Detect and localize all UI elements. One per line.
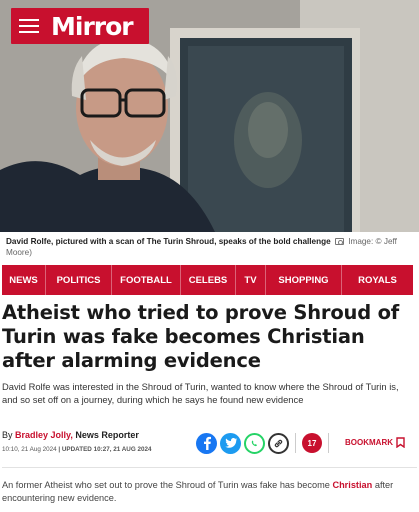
- nav-item-tv[interactable]: TV: [236, 265, 266, 295]
- bookmark-button[interactable]: BOOKMARK: [345, 437, 405, 448]
- body-text-start: An former Atheist who set out to prove t…: [2, 480, 330, 490]
- facebook-icon[interactable]: [196, 432, 217, 454]
- author-link[interactable]: Bradley Jolly,: [15, 430, 73, 440]
- mirror-logo[interactable]: Mirror: [47, 12, 134, 41]
- mirror-masthead: Mirror: [11, 8, 149, 44]
- nav-item-politics[interactable]: POLITICS: [46, 265, 112, 295]
- nav-item-shopping[interactable]: SHOPPING: [266, 265, 342, 295]
- article-standfirst: David Rolfe was interested in the Shroud…: [2, 381, 399, 405]
- article-body-paragraph: An former Atheist who set out to prove t…: [2, 479, 414, 505]
- updated-time: | UPDATED 10:27, 21 AUG 2024: [58, 446, 152, 453]
- article-headline: Atheist who tried to prove Shroud of Tur…: [2, 301, 400, 372]
- hero-image: Mirror: [0, 0, 419, 232]
- section-nav: NEWS POLITICS FOOTBALL CELEBS TV SHOPPIN…: [2, 265, 413, 295]
- comments-count-badge[interactable]: 17: [302, 433, 322, 453]
- nav-item-royals[interactable]: ROYALS: [342, 265, 413, 295]
- hamburger-icon[interactable]: [11, 8, 47, 44]
- link-icon[interactable]: [268, 432, 289, 454]
- published-time: 10:10, 21 Aug 2024: [2, 446, 57, 453]
- share-divider: [295, 433, 296, 453]
- caption-text: David Rolfe, pictured with a scan of The…: [6, 237, 331, 246]
- nav-item-celebs[interactable]: CELEBS: [181, 265, 236, 295]
- author-role: News Reporter: [75, 430, 139, 440]
- share-divider: [328, 433, 329, 453]
- christian-link[interactable]: Christian: [332, 480, 372, 490]
- nav-item-news[interactable]: NEWS: [2, 265, 46, 295]
- article-dates: 10:10, 21 Aug 2024 | UPDATED 10:27, 21 A…: [2, 446, 151, 453]
- bookmark-icon: [396, 437, 405, 448]
- camera-icon: [334, 238, 344, 245]
- byline-prefix: By: [2, 430, 13, 440]
- whatsapp-icon[interactable]: [244, 432, 265, 454]
- nav-item-football[interactable]: FOOTBALL: [112, 265, 181, 295]
- image-caption: David Rolfe, pictured with a scan of The…: [0, 236, 419, 258]
- divider: [2, 467, 417, 468]
- byline: By Bradley Jolly, News Reporter: [2, 430, 139, 440]
- share-bar: 17: [196, 432, 332, 454]
- twitter-icon[interactable]: [220, 432, 241, 454]
- bookmark-label: BOOKMARK: [345, 438, 393, 447]
